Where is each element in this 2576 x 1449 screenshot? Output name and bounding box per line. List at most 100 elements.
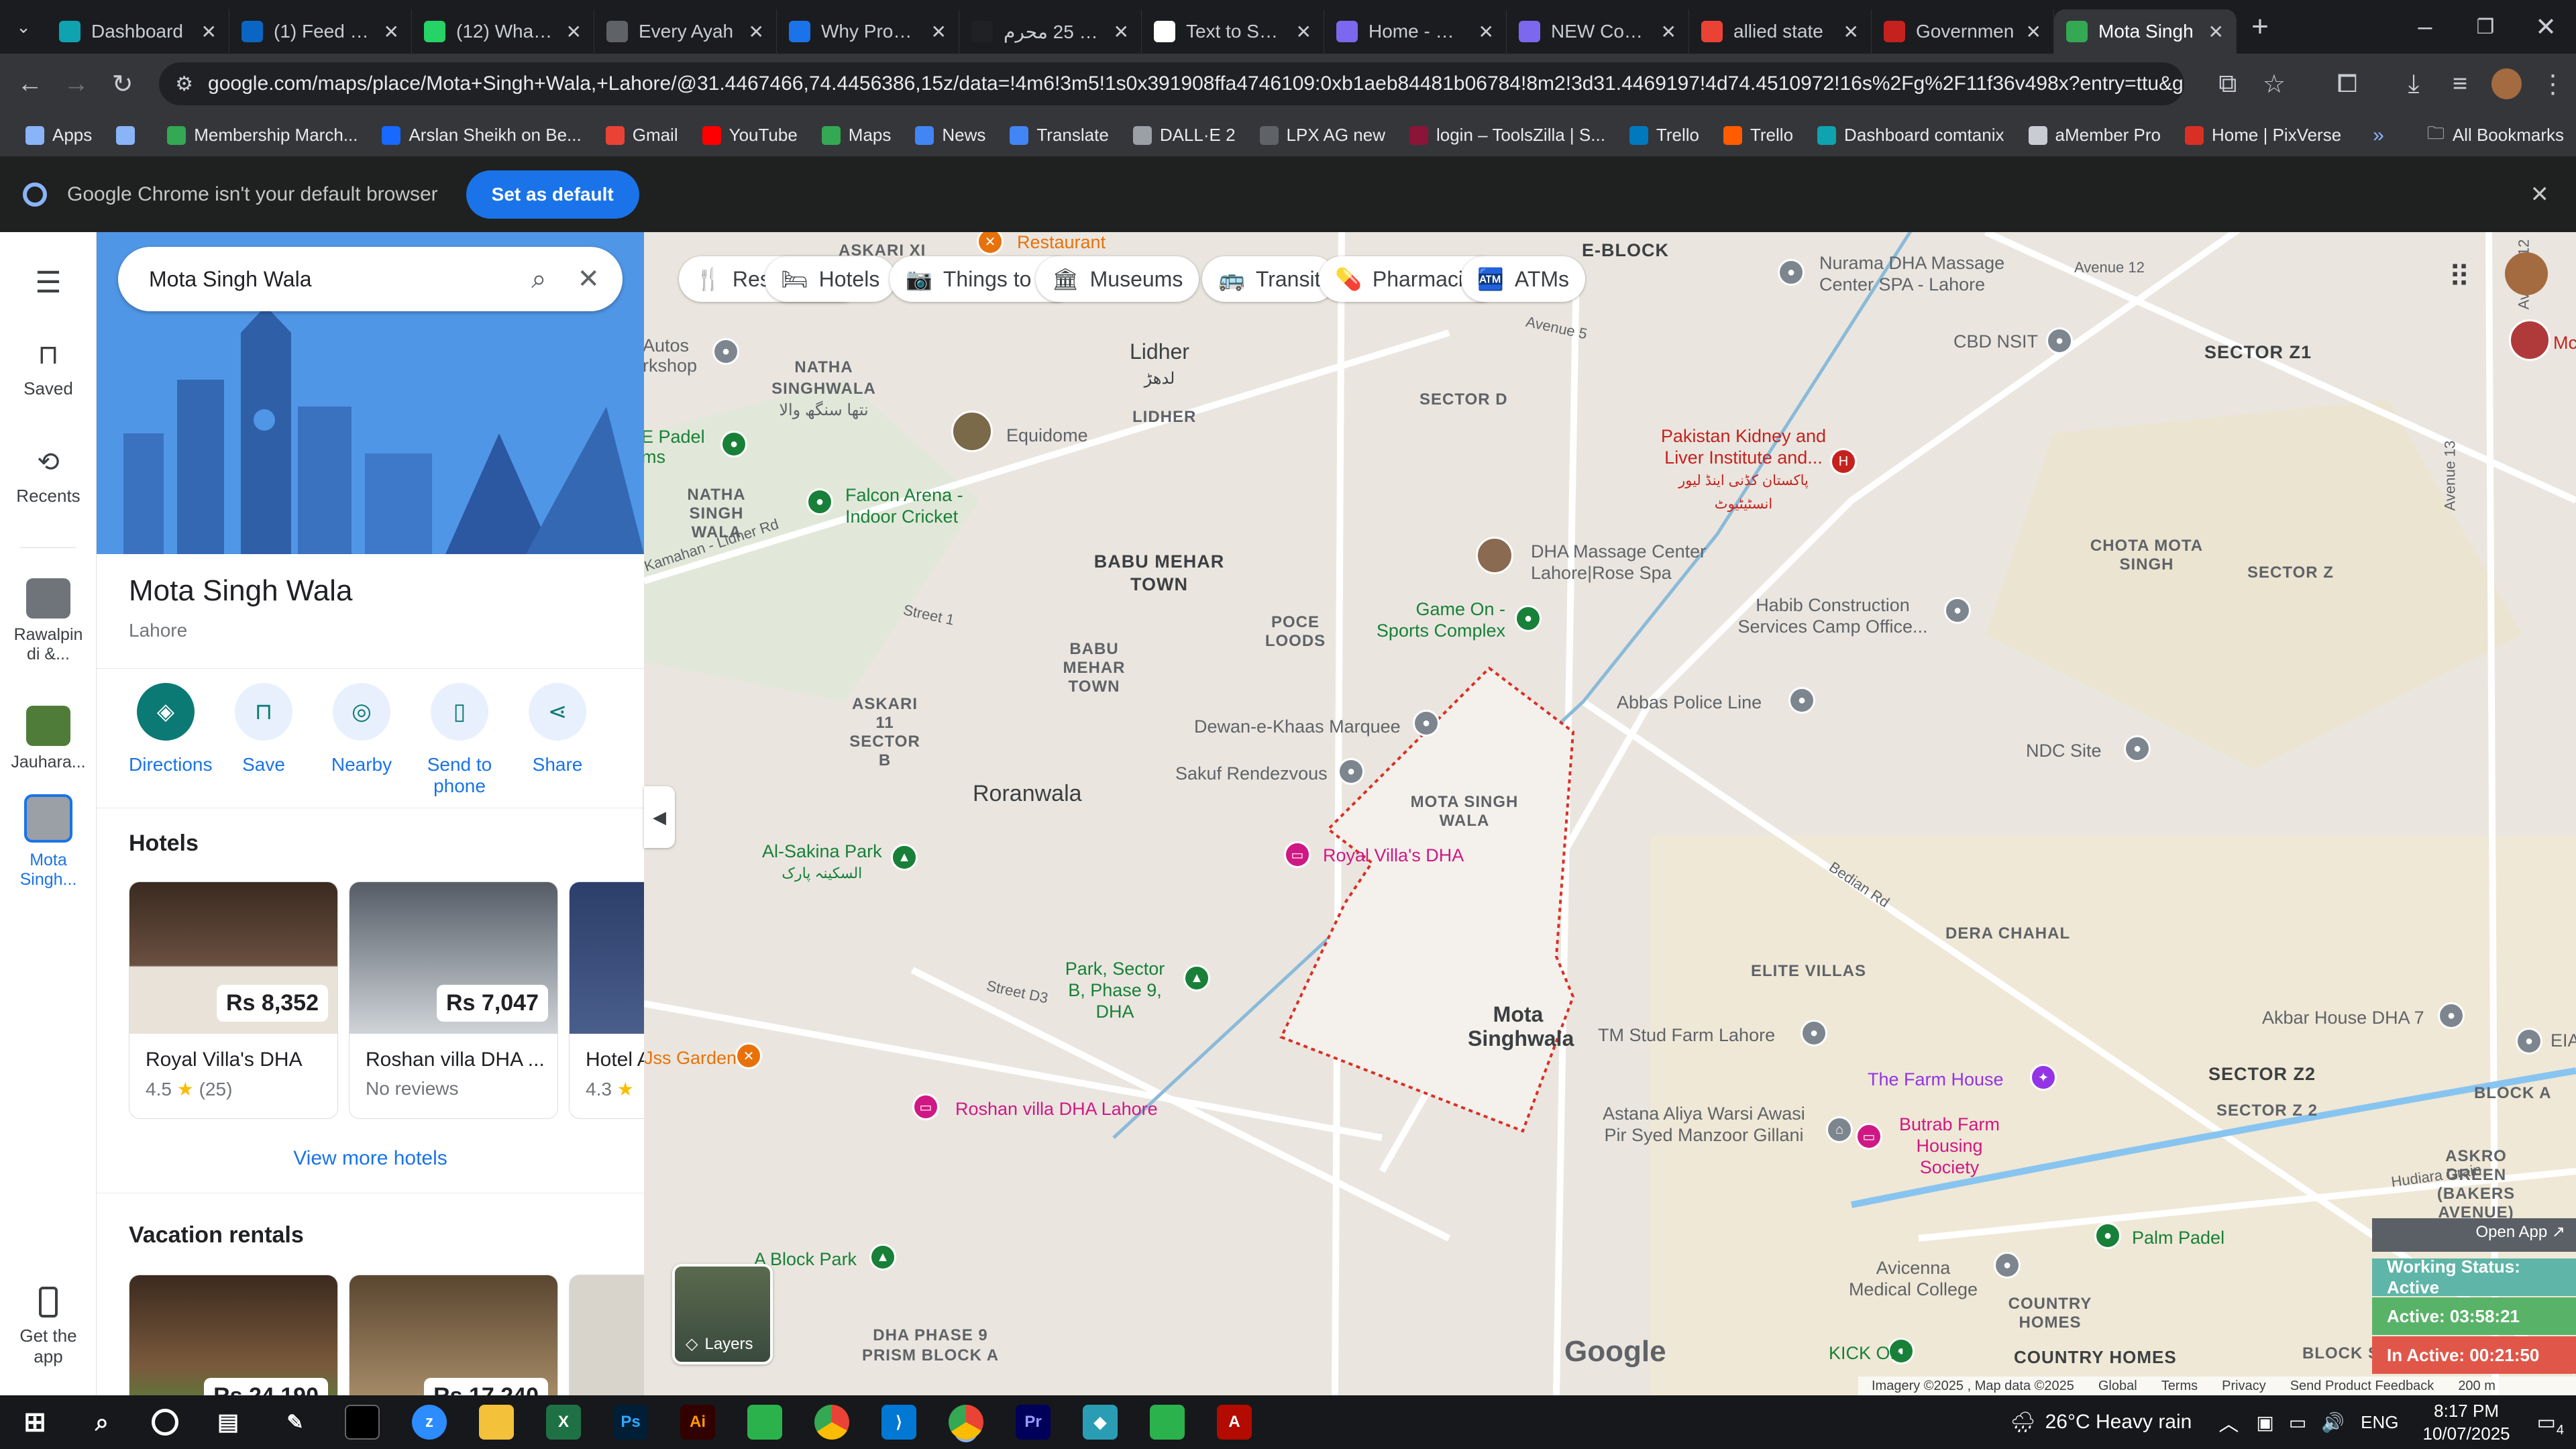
place-pin[interactable]: ● [1413, 710, 1440, 737]
tab-close-icon[interactable]: ✕ [749, 21, 764, 43]
category-pill[interactable]: 🛏 Hotels [765, 256, 896, 302]
save-button[interactable]: ⊓ Save [227, 683, 301, 797]
hotel-pin[interactable]: ▭ [912, 1093, 939, 1120]
notification-center-icon[interactable]: ▭ 4 [2537, 1411, 2564, 1438]
search-icon[interactable]: ⌕ [85, 1405, 119, 1440]
language-indicator[interactable]: ENG [2361, 1412, 2398, 1433]
infobar-close-icon[interactable]: ✕ [2530, 181, 2550, 208]
place-pin[interactable]: ● [2046, 327, 2073, 354]
hospital-pin[interactable]: H [1830, 448, 1857, 475]
bookmark-item[interactable]: Trello [1711, 125, 1805, 146]
feedback-link[interactable]: Send Product Feedback [2290, 1379, 2434, 1394]
get-app-button[interactable]: Get the app [0, 1287, 97, 1367]
clock[interactable]: 8:17 PM 10/07/2025 [2423, 1399, 2510, 1445]
tab-close-icon[interactable]: ✕ [566, 21, 582, 43]
bookmark-item[interactable] [104, 125, 155, 145]
bookmark-item[interactable]: Arslan Sheikh on Be... [370, 125, 593, 146]
tab-close-icon[interactable]: ✕ [1843, 21, 1859, 43]
hotel-card[interactable]: Rs 8,352 Royal Villa's DHA 4.5 ★ (25) [129, 881, 338, 1119]
photoshop-icon[interactable]: Ps [613, 1405, 648, 1440]
tab-close-icon[interactable]: ✕ [1296, 21, 1311, 43]
tab-close-icon[interactable]: ✕ [201, 21, 217, 43]
search-input[interactable]: Mota Singh Wala ⌕ ✕ [118, 247, 623, 311]
place-pin[interactable]: ● [1338, 758, 1364, 785]
new-tab-button[interactable]: + [2237, 3, 2284, 50]
apps-grid-icon[interactable]: ⠿ [2449, 260, 2470, 294]
tab-close-icon[interactable]: ✕ [1479, 21, 1494, 43]
bookmark-star-icon[interactable]: ☆ [2251, 60, 2297, 107]
rental-card[interactable]: Rs 17,240 [349, 1275, 558, 1395]
search-icon[interactable]: ⌕ [531, 264, 546, 294]
place-pin[interactable]: ● [1944, 597, 1971, 624]
bookmark-item[interactable]: Home | PixVerse [2173, 125, 2353, 146]
green-app-icon[interactable] [1150, 1405, 1185, 1440]
tab-close-icon[interactable]: ✕ [931, 21, 947, 43]
place-pin[interactable]: ⌂ [1826, 1116, 1853, 1143]
nearby-button[interactable]: ◎ Nearby [325, 683, 398, 797]
browser-tab[interactable]: (12) WhatsAp ✕ [412, 9, 594, 54]
place-photo-pin[interactable] [951, 411, 993, 452]
global-link[interactable]: Global [2098, 1379, 2137, 1394]
layers-button[interactable]: ◇ Layers [672, 1264, 773, 1364]
cortana-icon[interactable] [152, 1409, 178, 1436]
forward-button[interactable]: → [53, 60, 99, 107]
place-pin[interactable]: ● [2438, 1002, 2465, 1029]
acrobat-icon[interactable]: A [1217, 1405, 1252, 1440]
hotel-pin[interactable]: ▭ [1856, 1123, 1882, 1150]
all-bookmarks[interactable]: 🗀 All Bookmarks [2415, 121, 2576, 150]
place-pin[interactable]: ✦ [2030, 1064, 2057, 1091]
premiere-icon[interactable]: Pr [1016, 1405, 1051, 1440]
back-button[interactable]: ← [7, 60, 53, 107]
category-pill[interactable]: 🚌 Transit [1202, 256, 1337, 302]
bookmark-item[interactable]: YouTube [690, 125, 810, 146]
share-button[interactable]: ⋖ Share [521, 683, 594, 797]
start-button[interactable]: ⊞ [17, 1405, 52, 1440]
place-pin[interactable]: ● [712, 338, 739, 365]
bookmark-item[interactable]: Maps [810, 125, 904, 146]
meet-now-icon[interactable]: ▣ [2256, 1411, 2273, 1434]
pen-app-icon[interactable]: ✎ [278, 1405, 313, 1440]
restore-button[interactable]: ❐ [2455, 3, 2516, 50]
tab-close-icon[interactable]: ✕ [2208, 21, 2224, 43]
saved-button[interactable]: ⊓ Saved [0, 339, 97, 399]
network-icon[interactable]: ▭ [2289, 1411, 2306, 1434]
chrome-active-icon[interactable] [949, 1405, 983, 1440]
browser-tab[interactable]: Every Ayah ✕ [594, 9, 777, 54]
reload-button[interactable]: ↻ [99, 60, 146, 107]
tab-close-icon[interactable]: ✕ [1114, 21, 1129, 43]
rental-card[interactable] [569, 1275, 644, 1395]
place-pin[interactable]: ● [2124, 735, 2151, 762]
browser-tab[interactable]: NEW Contra ✕ [1507, 9, 1689, 54]
hotel-card[interactable]: Rs 7,047 Roshan villa DHA ... No reviews [349, 881, 558, 1119]
bookmark-item[interactable]: Translate [998, 125, 1120, 146]
chrome-icon[interactable] [814, 1405, 849, 1440]
browser-tab[interactable]: Dashboard ✕ [47, 9, 229, 54]
file-explorer-icon[interactable] [479, 1405, 514, 1440]
hotel-pin[interactable]: ▭ [1284, 841, 1311, 868]
restaurant-pin[interactable]: ✕ [735, 1042, 762, 1069]
profile-avatar[interactable] [2491, 68, 2522, 99]
bookmark-item[interactable]: Membership March... [155, 125, 370, 146]
vscode-icon[interactable]: ⟩ [881, 1405, 916, 1440]
tab-close-icon[interactable]: ✕ [2026, 21, 2041, 43]
bookmark-item[interactable]: News [903, 125, 998, 146]
category-pill[interactable]: 🏧 ATMs [1461, 256, 1586, 302]
directions-button[interactable]: ◈ Directions [129, 683, 212, 797]
hotel-card[interactable]: Hotel A 4.3 ★ [569, 881, 644, 1119]
recents-button[interactable]: ⟲ Recents [0, 447, 97, 506]
park-pin[interactable]: ▲ [1183, 965, 1210, 991]
browser-tab[interactable]: allied state ✕ [1689, 9, 1872, 54]
bookmark-item[interactable]: aMember Pro [2017, 125, 2174, 146]
address-bar[interactable]: ⚙ google.com/maps/place/Mota+Singh+Wala,… [159, 62, 2185, 105]
browser-tab[interactable]: Text to Spee ✕ [1142, 9, 1324, 54]
excel-icon[interactable]: X [546, 1405, 581, 1440]
tray-chevron-icon[interactable]: ︿ [2218, 1407, 2239, 1437]
category-pill[interactable]: 🏛 Museums [1036, 256, 1199, 302]
menu-icon[interactable]: ⋮ [2530, 60, 2576, 107]
account-avatar[interactable] [2505, 252, 2548, 295]
place-photo-pin[interactable] [2509, 319, 2551, 361]
browser-tab[interactable]: (1) Feed | Lin ✕ [229, 9, 412, 54]
view-more-hotels-link[interactable]: View more hotels [97, 1147, 644, 1170]
place-pin[interactable]: ● [1778, 259, 1805, 286]
bookmark-item[interactable]: LPX AG new [1248, 125, 1397, 146]
